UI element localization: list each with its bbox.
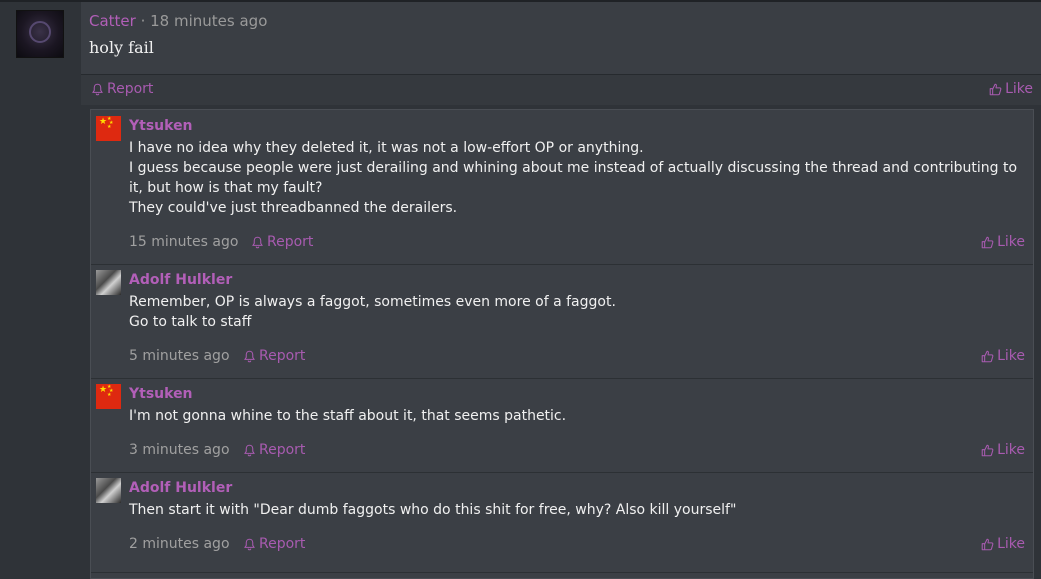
reply-timestamp[interactable]: 2 minutes ago [129, 536, 230, 552]
post-actions: Report Like [81, 75, 1041, 105]
thumbs-up-icon [981, 444, 994, 456]
reply-like-label: Like [997, 348, 1025, 364]
thumbs-up-icon [981, 350, 994, 362]
catter-avatar[interactable] [16, 10, 64, 58]
left-column [0, 2, 81, 568]
china-flag-avatar[interactable]: ★ ★ ★ ★ [96, 384, 121, 409]
reply-line: Then start it with "Dear dumb faggots wh… [129, 502, 737, 518]
reply-line: I'm not gonna whine to the staff about i… [129, 408, 567, 424]
user-photo-avatar[interactable] [96, 478, 121, 503]
bell-icon [244, 444, 255, 456]
reply-like-button[interactable]: Like [981, 348, 1025, 364]
post-timestamp[interactable]: 18 minutes ago [150, 12, 267, 30]
post-body: holy fail [89, 38, 154, 57]
reply-author-link[interactable]: Adolf Hulkler [129, 272, 232, 288]
bell-icon [244, 538, 255, 550]
reply-body: Then start it with "Dear dumb faggots wh… [129, 500, 1019, 520]
china-flag-avatar[interactable]: ★ ★ ★ ★ [96, 116, 121, 141]
reply-report-button[interactable]: Report [243, 348, 305, 364]
reply-like-button[interactable]: Like [981, 536, 1025, 552]
post-author-link[interactable]: Catter [89, 12, 136, 30]
reply-item: Adolf Hulkler Remember, OP is always a f… [91, 264, 1033, 379]
user-photo-avatar[interactable] [96, 270, 121, 295]
reply-body: I have no idea why they deleted it, it w… [129, 138, 1019, 218]
reply-author-link[interactable]: Adolf Hulkler [129, 480, 232, 496]
reply-like-label: Like [997, 234, 1025, 250]
replies-container: ★ ★ ★ ★ Ytsuken I have no idea why they … [90, 109, 1034, 579]
bell-icon [244, 350, 255, 362]
reply-timestamp[interactable]: 15 minutes ago [129, 234, 238, 250]
flag-star-icon: ★ [107, 392, 112, 398]
reply-like-label: Like [997, 536, 1025, 552]
bell-icon [92, 83, 103, 95]
reply-report-button[interactable]: Report [243, 442, 305, 458]
reply-report-label: Report [259, 536, 306, 552]
reply-report-button[interactable]: Report [243, 536, 305, 552]
thumbs-up-icon [981, 538, 994, 550]
reply-line: I have no idea why they deleted it, it w… [129, 140, 644, 156]
flag-star-icon: ★ [107, 124, 112, 130]
reply-report-label: Report [259, 348, 306, 364]
reply-report-label: Report [259, 442, 306, 458]
reply-body: I'm not gonna whine to the staff about i… [129, 406, 1019, 426]
reply-line: They could've just threadbanned the dera… [129, 200, 458, 216]
post-like-label: Like [1005, 81, 1033, 97]
post-header: Catter · 18 minutes ago [89, 12, 267, 30]
reply-author-link[interactable]: Ytsuken [129, 386, 193, 402]
flag-star-icon: ★ [99, 385, 108, 395]
thumbs-up-icon [981, 236, 994, 248]
post-report-button[interactable]: Report [91, 81, 153, 97]
reply-line: Go to talk to staff [129, 314, 252, 330]
main-post: Catter · 18 minutes ago holy fail [81, 2, 1041, 74]
reply-report-button[interactable]: Report [251, 234, 313, 250]
reply-like-label: Like [997, 442, 1025, 458]
post-like-button[interactable]: Like [989, 81, 1033, 97]
reply-item: Adolf Hulkler Then start it with "Dear d… [91, 472, 1033, 573]
reply-item: ★ ★ ★ ★ Ytsuken I'm not gonna whine to t… [91, 378, 1033, 473]
bell-icon [252, 236, 263, 248]
post-report-label: Report [107, 81, 154, 97]
reply-like-button[interactable]: Like [981, 234, 1025, 250]
reply-body: Remember, OP is always a faggot, sometim… [129, 292, 1019, 332]
flag-star-icon: ★ [99, 117, 108, 127]
avatar-moon-graphic [29, 21, 51, 43]
reply-timestamp[interactable]: 3 minutes ago [129, 442, 230, 458]
post-separator: · [135, 12, 151, 30]
reply-timestamp[interactable]: 5 minutes ago [129, 348, 230, 364]
reply-item: ★ ★ ★ ★ Ytsuken I have no idea why they … [91, 110, 1033, 265]
thumbs-up-icon [989, 83, 1002, 95]
reply-like-button[interactable]: Like [981, 442, 1025, 458]
reply-author-link[interactable]: Ytsuken [129, 118, 193, 134]
reply-line: Remember, OP is always a faggot, sometim… [129, 294, 616, 310]
reply-line: I guess because people were just deraili… [129, 160, 1018, 196]
reply-report-label: Report [267, 234, 314, 250]
